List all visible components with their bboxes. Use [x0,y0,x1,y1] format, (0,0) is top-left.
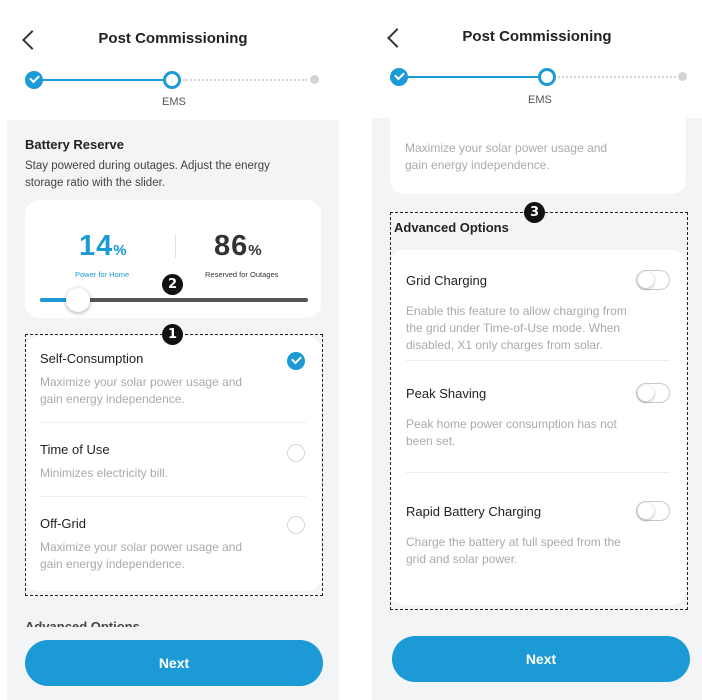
reserve-percent-unit: % [248,242,263,259]
callout-badge-3: 3 [524,202,545,223]
mode-description: Maximize your solar power usage and gain… [405,140,607,174]
home-percentage: 14% [79,230,128,263]
step-label: EMS [162,96,186,108]
right-screen: Post Commissioning EMS Maximize your sol… [372,0,702,700]
mode-card-partial: Maximize your solar power usage and gain… [390,118,686,194]
step-current-indicator [538,68,556,86]
reserve-percent-value: 86 [214,230,249,262]
callout-box-advanced [390,212,688,610]
callout-badge-1: 1 [162,324,183,345]
stepper-line-pending [183,79,307,81]
next-button[interactable]: Next [392,636,690,682]
home-percentage-label: Power for Home [75,270,130,279]
callout-box-modes [25,334,323,596]
step-label: EMS [528,94,552,106]
description-line: Stay powered during outages. Adjust the … [25,160,270,172]
battery-reserve-description: Stay powered during outages. Adjust the … [25,158,270,192]
advanced-options-heading-cut: Advanced Options [25,619,140,627]
battery-reserve-title: Battery Reserve [25,137,125,152]
comparison-screens: Post Commissioning EMS Battery Reserve S… [0,0,702,700]
battery-ratio-card: 14% Power for Home 86% Reserved for Outa… [25,200,321,318]
next-button[interactable]: Next [25,640,323,686]
progress-stepper [25,70,321,90]
description-line: gain energy independence. [405,158,550,172]
header: Post Commissioning EMS [7,0,339,120]
page-title: Post Commissioning [462,28,612,45]
step-future-indicator [678,72,687,81]
step-current-indicator [163,71,181,89]
stepper-line-complete [41,79,165,81]
stepper-line-pending [558,76,676,78]
card-divider [175,234,176,258]
description-line: storage ratio with the slider. [25,177,165,189]
left-screen: Post Commissioning EMS Battery Reserve S… [7,0,339,700]
step-future-indicator [310,75,319,84]
home-percent-value: 14 [79,230,114,262]
header: Post Commissioning EMS [372,0,702,118]
callout-badge-2: 2 [162,274,183,295]
page-title: Post Commissioning [98,30,248,47]
home-percent-unit: % [113,242,128,259]
description-line: Maximize your solar power usage and [405,141,608,155]
reserve-percentage: 86% [214,230,263,263]
progress-stepper [390,67,687,87]
stepper-line-complete [406,76,540,78]
reserve-percentage-label: Reserved for Outages [205,270,279,279]
reserve-slider-thumb[interactable] [66,288,90,312]
